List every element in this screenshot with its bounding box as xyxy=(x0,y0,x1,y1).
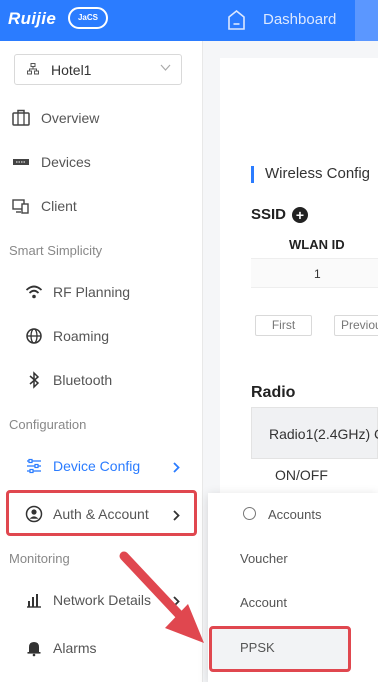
globe-icon xyxy=(26,328,42,344)
sidebar-item-label: Overview xyxy=(41,110,100,126)
sidebar-item-roaming[interactable]: Roaming xyxy=(0,315,203,359)
auth-account-highlight xyxy=(6,490,197,536)
ssid-heading: SSID xyxy=(251,206,287,223)
sidebar-item-label: Client xyxy=(41,198,77,214)
onoff-label: ON/OFF xyxy=(275,467,328,483)
radio-heading: Radio xyxy=(251,384,296,401)
network-tree-icon xyxy=(27,63,39,75)
ppsk-highlight[interactable] xyxy=(209,626,351,672)
group-configuration: Configuration xyxy=(9,417,87,432)
site-selector[interactable]: Hotel1 xyxy=(14,54,182,85)
brand-logo: Ruijie xyxy=(8,9,57,28)
sidebar-item-bluetooth[interactable]: Bluetooth xyxy=(0,359,203,403)
sidebar-item-device-config[interactable]: Device Config xyxy=(0,445,203,489)
group-monitoring: Monitoring xyxy=(9,551,70,566)
submenu-title-accounts: Accounts xyxy=(268,507,322,522)
top-bar: Ruijie JaCS Dashboard xyxy=(0,0,378,41)
bar-chart-icon xyxy=(27,594,41,608)
header-active-segment xyxy=(355,0,378,41)
briefcase-icon xyxy=(12,109,30,126)
sidebar-item-network-details[interactable]: Network Details xyxy=(0,579,203,623)
circle-icon xyxy=(243,507,256,520)
submenu-item-voucher[interactable]: Voucher xyxy=(240,551,288,566)
bell-icon xyxy=(27,642,41,657)
switch-device-icon xyxy=(13,159,29,165)
sidebar-item-label: Roaming xyxy=(53,328,110,344)
sidebar-item-label: Alarms xyxy=(53,640,97,656)
column-wlan-id: WLAN ID xyxy=(289,237,345,252)
bluetooth-icon xyxy=(29,371,40,389)
submenu-item-account[interactable]: Account xyxy=(240,595,287,610)
add-ssid-icon[interactable]: + xyxy=(292,207,308,223)
brand-badge: JaCS xyxy=(68,7,108,29)
first-page-button[interactable]: First xyxy=(255,315,312,336)
sidebar-item-overview[interactable]: Overview xyxy=(0,97,203,141)
sidebar-item-devices[interactable]: Devices xyxy=(0,141,203,185)
table-row[interactable]: 1 xyxy=(251,258,378,288)
submenu-item-ppsk[interactable]: PPSK xyxy=(240,640,275,655)
sidebar-item-label: Device Config xyxy=(53,458,141,474)
sidebar-item-label: Bluetooth xyxy=(53,372,113,388)
table-cell: 1 xyxy=(314,267,321,281)
chevron-down-icon xyxy=(160,64,171,71)
tab-radio1[interactable]: Radio1(2.4GHz) C xyxy=(251,407,378,459)
home-icon[interactable] xyxy=(228,10,245,30)
dashboard-tab[interactable]: Dashboard xyxy=(263,11,336,28)
sliders-icon xyxy=(27,458,41,474)
section-title: Wireless Config xyxy=(251,165,370,183)
site-selector-value: Hotel1 xyxy=(51,62,92,78)
tab-label: Radio1(2.4GHz) C xyxy=(269,426,378,442)
table-header: WLAN ID xyxy=(251,230,378,258)
client-devices-icon xyxy=(12,199,29,214)
previous-page-button[interactable]: Previou xyxy=(334,315,378,336)
sidebar-item-client[interactable]: Client xyxy=(0,185,203,229)
sidebar-item-rf-planning[interactable]: RF Planning xyxy=(0,271,203,315)
sidebar-item-label: RF Planning xyxy=(53,284,131,300)
chevron-right-icon xyxy=(173,462,180,473)
wifi-icon xyxy=(25,285,43,299)
sidebar-item-label: Network Details xyxy=(53,592,152,608)
sidebar-item-label: Devices xyxy=(41,154,91,170)
sidebar-item-alarms[interactable]: Alarms xyxy=(0,627,203,671)
chevron-right-icon xyxy=(173,596,180,607)
group-smart-simplicity: Smart Simplicity xyxy=(9,243,103,258)
